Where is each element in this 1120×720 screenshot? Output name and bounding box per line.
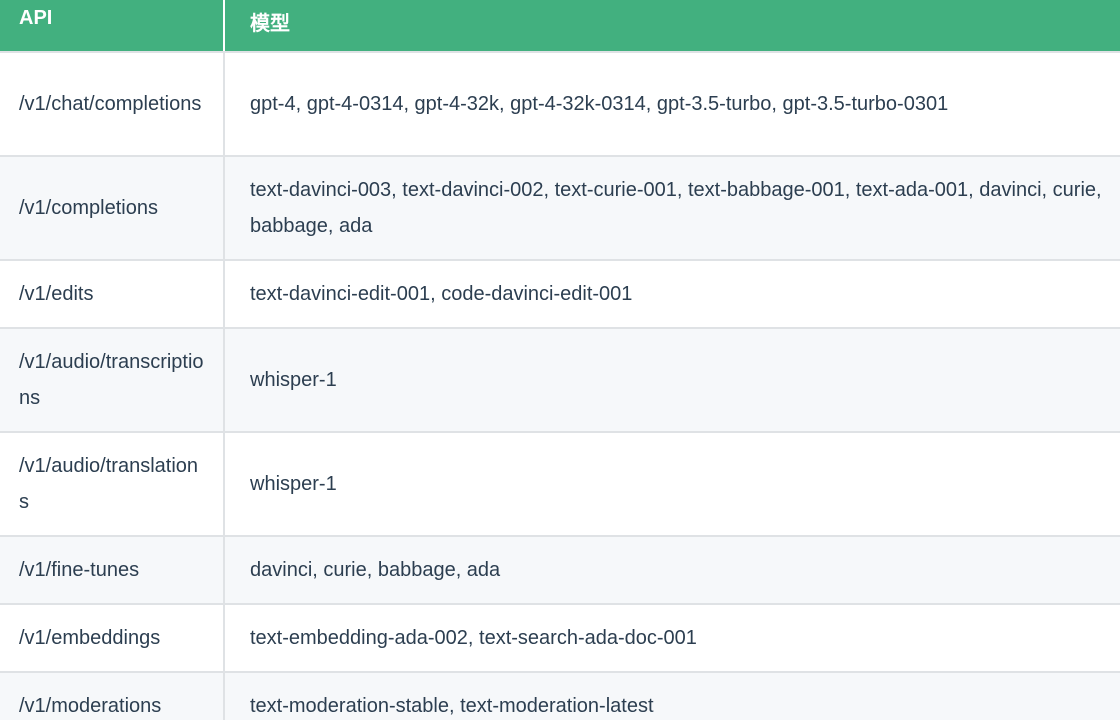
model-list: text-davinci-edit-001, code-davinci-edit… [224, 260, 1120, 329]
api-endpoint: /v1/embeddings [0, 604, 225, 673]
api-endpoint: /v1/audio/transcriptions [0, 328, 225, 433]
table-row: /v1/fine-tunes davinci, curie, babbage, … [0, 536, 1120, 605]
table-header: API 模型 [0, 0, 1120, 53]
table-row: /v1/moderations text-moderation-stable, … [0, 672, 1120, 720]
table-row: /v1/embeddings text-embedding-ada-002, t… [0, 604, 1120, 673]
model-list: text-embedding-ada-002, text-search-ada-… [224, 604, 1120, 673]
header-row: API 模型 [0, 0, 1120, 53]
model-list: text-moderation-stable, text-moderation-… [224, 672, 1120, 720]
table-row: /v1/audio/transcriptions whisper-1 [0, 328, 1120, 433]
api-endpoint: /v1/chat/completions [0, 52, 225, 157]
api-endpoint: /v1/moderations [0, 672, 225, 720]
api-model-table: API 模型 /v1/chat/completions gpt-4, gpt-4… [0, 0, 1120, 720]
api-endpoint: /v1/audio/translations [0, 432, 225, 537]
table-row: /v1/audio/translations whisper-1 [0, 432, 1120, 537]
header-api: API [0, 0, 225, 53]
model-list: davinci, curie, babbage, ada [224, 536, 1120, 605]
model-list: whisper-1 [224, 328, 1120, 433]
table-body: /v1/chat/completions gpt-4, gpt-4-0314, … [0, 52, 1120, 720]
table-row: /v1/chat/completions gpt-4, gpt-4-0314, … [0, 52, 1120, 157]
header-model: 模型 [224, 0, 1120, 53]
table-row: /v1/edits text-davinci-edit-001, code-da… [0, 260, 1120, 329]
model-list: gpt-4, gpt-4-0314, gpt-4-32k, gpt-4-32k-… [224, 52, 1120, 157]
api-endpoint: /v1/fine-tunes [0, 536, 225, 605]
model-list: whisper-1 [224, 432, 1120, 537]
api-endpoint: /v1/completions [0, 156, 225, 261]
table-row: /v1/completions text-davinci-003, text-d… [0, 156, 1120, 261]
model-list: text-davinci-003, text-davinci-002, text… [224, 156, 1120, 261]
api-endpoint: /v1/edits [0, 260, 225, 329]
